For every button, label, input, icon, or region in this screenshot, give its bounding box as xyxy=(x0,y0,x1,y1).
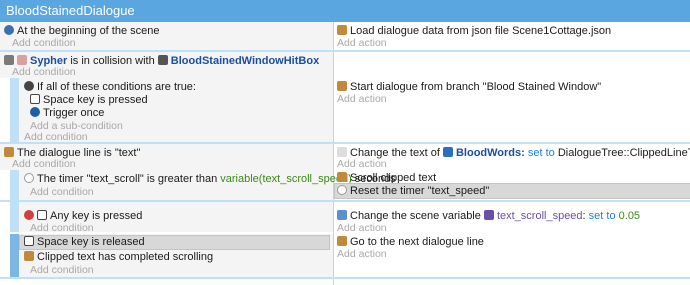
keyboard-icon xyxy=(30,94,40,104)
scene-start-icon xyxy=(4,25,14,35)
add-condition-link[interactable]: Add condition xyxy=(12,66,76,78)
add-action-link[interactable]: Add action xyxy=(337,93,387,105)
trigger-once-condition[interactable]: Trigger once xyxy=(30,107,104,119)
event-5-action[interactable]: Change the scene variable text_scroll_sp… xyxy=(337,210,640,222)
variable-icon xyxy=(483,210,494,220)
keyboard-icon xyxy=(24,236,34,246)
sub-event-indent xyxy=(10,234,19,277)
sub-event-indent xyxy=(10,202,19,232)
event-2-action[interactable]: Start dialogue from branch "Blood Staine… xyxy=(337,81,601,93)
add-action-link[interactable]: Add action xyxy=(337,158,387,170)
event-separator xyxy=(0,277,690,279)
inverted-condition-icon xyxy=(24,210,34,220)
add-action-link[interactable]: Add action xyxy=(337,222,387,234)
add-action-link[interactable]: Add action xyxy=(337,37,387,49)
event-3-action[interactable]: Change the text of BloodWords: set to Di… xyxy=(337,147,690,159)
dialogue-icon xyxy=(337,172,347,182)
event-sheet-title: BloodStainedDialogue xyxy=(6,3,135,18)
event-1-condition[interactable]: At the beginning of the scene xyxy=(4,25,160,37)
scroll-complete-condition[interactable]: Clipped text has completed scrolling xyxy=(24,251,213,263)
add-condition-link[interactable]: Add condition xyxy=(12,158,76,170)
text-object-icon xyxy=(442,147,453,157)
hitbox-object-icon xyxy=(157,55,168,65)
event-1-action[interactable]: Load dialogue data from json file Scene1… xyxy=(337,25,611,37)
all-conditions-group[interactable]: If all of these conditions are true: xyxy=(24,81,196,93)
sypher-sprite-icon xyxy=(17,55,27,65)
event-4-action-2[interactable]: Reset the timer "text_speed" xyxy=(337,185,489,197)
add-condition-link[interactable]: Add condition xyxy=(12,37,76,49)
key-released-condition[interactable]: Space key is released xyxy=(24,236,145,248)
timer-icon xyxy=(24,173,34,183)
event-5-condition[interactable]: Any key is pressed xyxy=(24,210,142,222)
add-condition-link[interactable]: Add condition xyxy=(30,264,94,276)
column-divider xyxy=(333,22,334,285)
collision-icon xyxy=(4,55,14,65)
and-group-icon xyxy=(24,81,34,91)
text-icon xyxy=(337,147,347,157)
add-action-link[interactable]: Add action xyxy=(337,248,387,260)
dialogue-icon xyxy=(337,81,347,91)
key-pressed-condition[interactable]: Space key is pressed xyxy=(30,94,148,106)
event-6-action[interactable]: Go to the next dialogue line xyxy=(337,236,484,248)
dialogue-icon xyxy=(337,25,347,35)
dialogue-icon xyxy=(24,251,34,261)
add-condition-link[interactable]: Add condition xyxy=(30,186,94,198)
trigger-once-icon xyxy=(30,107,40,117)
add-condition-link[interactable]: Add condition xyxy=(30,222,94,234)
timer-icon xyxy=(337,185,347,195)
event-sheet-header: BloodStainedDialogue xyxy=(0,0,690,22)
dialogue-icon xyxy=(337,236,347,246)
dialogue-icon xyxy=(4,147,14,157)
sub-event-indent xyxy=(10,170,19,200)
scene-variable-icon xyxy=(337,210,347,220)
sub-event-indent xyxy=(10,78,19,142)
keyboard-icon xyxy=(37,210,47,220)
